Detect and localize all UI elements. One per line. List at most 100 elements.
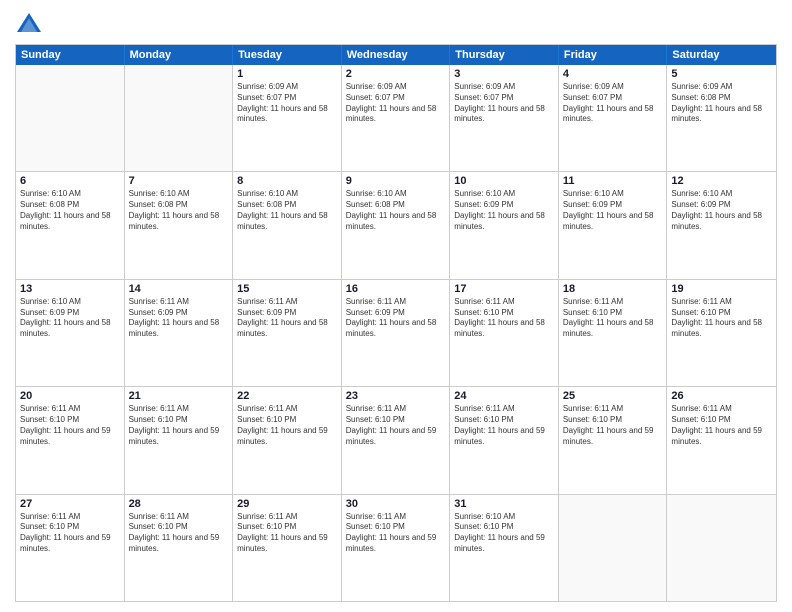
- day-number: 9: [346, 175, 446, 187]
- calendar-cell: 3 Sunrise: 6:09 AMSunset: 6:07 PMDaylight…: [450, 65, 559, 171]
- day-number: 8: [237, 175, 337, 187]
- cell-info: Sunrise: 6:10 AMSunset: 6:08 PMDaylight:…: [20, 189, 120, 232]
- cell-info: Sunrise: 6:11 AMSunset: 6:10 PMDaylight:…: [20, 512, 120, 555]
- cell-info: Sunrise: 6:10 AMSunset: 6:08 PMDaylight:…: [237, 189, 337, 232]
- day-number: 7: [129, 175, 229, 187]
- calendar-cell: 21 Sunrise: 6:11 AMSunset: 6:10 PMDayligh…: [125, 387, 234, 493]
- calendar-cell: 4Sunrise: 6:09 AMSunset: 6:07 PMDaylight…: [559, 65, 668, 171]
- calendar-row: 6Sunrise: 6:10 AMSunset: 6:08 PMDaylight…: [16, 171, 776, 278]
- calendar-cell: [125, 65, 234, 171]
- day-number: 12: [671, 175, 772, 187]
- calendar-cell: 8 Sunrise: 6:10 AMSunset: 6:08 PMDaylight…: [233, 172, 342, 278]
- logo-icon: [15, 10, 43, 38]
- cell-info: Sunrise: 6:10 AMSunset: 6:08 PMDaylight:…: [129, 189, 229, 232]
- cell-info: Sunrise: 6:11 AMSunset: 6:10 PMDaylight:…: [237, 404, 337, 447]
- calendar-cell: 1 Sunrise: 6:09 AMSunset: 6:07 PMDaylight…: [233, 65, 342, 171]
- cell-info: Sunrise: 6:11 AMSunset: 6:09 PMDaylight:…: [346, 297, 446, 340]
- day-number: 5: [671, 68, 772, 80]
- cell-info: Sunrise: 6:11 AMSunset: 6:10 PMDaylight:…: [20, 404, 120, 447]
- day-number: 25: [563, 390, 663, 402]
- cell-info: Sunrise: 6:10 AMSunset: 6:09 PMDaylight:…: [20, 297, 120, 340]
- cell-info: Sunrise: 6:11 AMSunset: 6:10 PMDaylight:…: [454, 297, 554, 340]
- day-number: 26: [671, 390, 772, 402]
- day-number: 19: [671, 283, 772, 295]
- calendar-row: 13 Sunrise: 6:10 AMSunset: 6:09 PMDayligh…: [16, 279, 776, 386]
- day-number: 15: [237, 283, 337, 295]
- calendar-cell: 17 Sunrise: 6:11 AMSunset: 6:10 PMDayligh…: [450, 280, 559, 386]
- calendar-cell: 22 Sunrise: 6:11 AMSunset: 6:10 PMDayligh…: [233, 387, 342, 493]
- calendar-cell: 28Sunrise: 6:11 AMSunset: 6:10 PMDayligh…: [125, 495, 234, 601]
- calendar-cell: 29Sunrise: 6:11 AMSunset: 6:10 PMDayligh…: [233, 495, 342, 601]
- calendar-day-header: Thursday: [450, 45, 559, 65]
- cell-info: Sunrise: 6:11 AMSunset: 6:10 PMDaylight:…: [129, 512, 229, 555]
- cell-info: Sunrise: 6:10 AMSunset: 6:09 PMDaylight:…: [454, 189, 554, 232]
- calendar-row: 1 Sunrise: 6:09 AMSunset: 6:07 PMDaylight…: [16, 65, 776, 171]
- calendar-day-header: Wednesday: [342, 45, 451, 65]
- cell-info: Sunrise: 6:11 AMSunset: 6:10 PMDaylight:…: [129, 404, 229, 447]
- calendar-cell: 13 Sunrise: 6:10 AMSunset: 6:09 PMDayligh…: [16, 280, 125, 386]
- calendar-cell: 5 Sunrise: 6:09 AMSunset: 6:08 PMDaylight…: [667, 65, 776, 171]
- day-number: 18: [563, 283, 663, 295]
- calendar-cell: 2 Sunrise: 6:09 AMSunset: 6:07 PMDaylight…: [342, 65, 451, 171]
- calendar: SundayMondayTuesdayWednesdayThursdayFrid…: [15, 44, 777, 602]
- day-number: 16: [346, 283, 446, 295]
- day-number: 23: [346, 390, 446, 402]
- day-number: 1: [237, 68, 337, 80]
- calendar-day-header: Friday: [559, 45, 668, 65]
- calendar-cell: 12Sunrise: 6:10 AMSunset: 6:09 PMDayligh…: [667, 172, 776, 278]
- calendar-cell: 11Sunrise: 6:10 AMSunset: 6:09 PMDayligh…: [559, 172, 668, 278]
- day-number: 24: [454, 390, 554, 402]
- day-number: 29: [237, 498, 337, 510]
- calendar-cell: 9 Sunrise: 6:10 AMSunset: 6:08 PMDaylight…: [342, 172, 451, 278]
- calendar-day-header: Tuesday: [233, 45, 342, 65]
- calendar-row: 27 Sunrise: 6:11 AMSunset: 6:10 PMDayligh…: [16, 494, 776, 601]
- day-number: 4: [563, 68, 663, 80]
- cell-info: Sunrise: 6:10 AMSunset: 6:09 PMDaylight:…: [563, 189, 663, 232]
- cell-info: Sunrise: 6:11 AMSunset: 6:10 PMDaylight:…: [563, 404, 663, 447]
- cell-info: Sunrise: 6:10 AMSunset: 6:10 PMDaylight:…: [454, 512, 554, 555]
- calendar-cell: 30 Sunrise: 6:11 AMSunset: 6:10 PMDayligh…: [342, 495, 451, 601]
- day-number: 14: [129, 283, 229, 295]
- logo: [15, 10, 47, 38]
- calendar-cell: 6Sunrise: 6:10 AMSunset: 6:08 PMDaylight…: [16, 172, 125, 278]
- day-number: 13: [20, 283, 120, 295]
- calendar-day-header: Monday: [125, 45, 234, 65]
- cell-info: Sunrise: 6:11 AMSunset: 6:10 PMDaylight:…: [671, 404, 772, 447]
- cell-info: Sunrise: 6:11 AMSunset: 6:10 PMDaylight:…: [454, 404, 554, 447]
- calendar-cell: [559, 495, 668, 601]
- calendar-cell: 31 Sunrise: 6:10 AMSunset: 6:10 PMDayligh…: [450, 495, 559, 601]
- calendar-cell: 19 Sunrise: 6:11 AMSunset: 6:10 PMDayligh…: [667, 280, 776, 386]
- day-number: 22: [237, 390, 337, 402]
- calendar-cell: 16 Sunrise: 6:11 AMSunset: 6:09 PMDayligh…: [342, 280, 451, 386]
- cell-info: Sunrise: 6:09 AMSunset: 6:07 PMDaylight:…: [454, 82, 554, 125]
- calendar-body: 1 Sunrise: 6:09 AMSunset: 6:07 PMDaylight…: [16, 65, 776, 601]
- calendar-cell: 27 Sunrise: 6:11 AMSunset: 6:10 PMDayligh…: [16, 495, 125, 601]
- calendar-cell: 20 Sunrise: 6:11 AMSunset: 6:10 PMDayligh…: [16, 387, 125, 493]
- cell-info: Sunrise: 6:09 AMSunset: 6:07 PMDaylight:…: [237, 82, 337, 125]
- day-number: 30: [346, 498, 446, 510]
- calendar-cell: 10 Sunrise: 6:10 AMSunset: 6:09 PMDayligh…: [450, 172, 559, 278]
- cell-info: Sunrise: 6:11 AMSunset: 6:10 PMDaylight:…: [671, 297, 772, 340]
- calendar-cell: 14Sunrise: 6:11 AMSunset: 6:09 PMDayligh…: [125, 280, 234, 386]
- cell-info: Sunrise: 6:09 AMSunset: 6:08 PMDaylight:…: [671, 82, 772, 125]
- cell-info: Sunrise: 6:09 AMSunset: 6:07 PMDaylight:…: [346, 82, 446, 125]
- day-number: 10: [454, 175, 554, 187]
- calendar-cell: 7 Sunrise: 6:10 AMSunset: 6:08 PMDaylight…: [125, 172, 234, 278]
- day-number: 17: [454, 283, 554, 295]
- calendar-cell: [667, 495, 776, 601]
- calendar-cell: 26 Sunrise: 6:11 AMSunset: 6:10 PMDayligh…: [667, 387, 776, 493]
- day-number: 3: [454, 68, 554, 80]
- cell-info: Sunrise: 6:11 AMSunset: 6:10 PMDaylight:…: [346, 512, 446, 555]
- calendar-cell: 23Sunrise: 6:11 AMSunset: 6:10 PMDayligh…: [342, 387, 451, 493]
- page: SundayMondayTuesdayWednesdayThursdayFrid…: [0, 0, 792, 612]
- calendar-cell: 25 Sunrise: 6:11 AMSunset: 6:10 PMDayligh…: [559, 387, 668, 493]
- header: [15, 10, 777, 38]
- calendar-cell: 18Sunrise: 6:11 AMSunset: 6:10 PMDayligh…: [559, 280, 668, 386]
- calendar-cell: [16, 65, 125, 171]
- day-number: 2: [346, 68, 446, 80]
- day-number: 21: [129, 390, 229, 402]
- day-number: 20: [20, 390, 120, 402]
- day-number: 31: [454, 498, 554, 510]
- day-number: 27: [20, 498, 120, 510]
- cell-info: Sunrise: 6:10 AMSunset: 6:08 PMDaylight:…: [346, 189, 446, 232]
